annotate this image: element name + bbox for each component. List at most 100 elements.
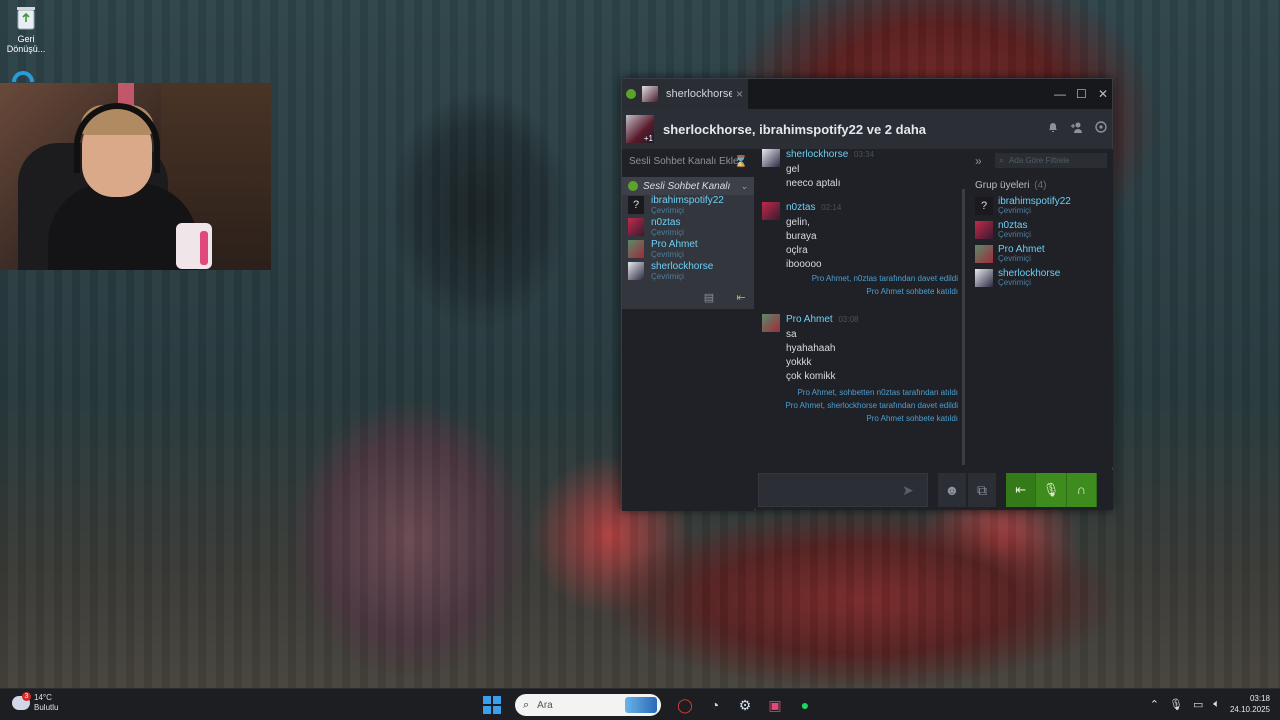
member-status: Çevrimiçi	[998, 230, 1031, 239]
member-item[interactable]: Pro Ahmet Çevrimiçi	[967, 245, 1113, 263]
microphone-button[interactable]: 🎙︎	[1036, 473, 1067, 507]
recycle-bin-label: Geri Dönüşü...	[6, 34, 46, 54]
weather-temp: 14°C	[34, 693, 52, 702]
message-line: neeco aptalı	[786, 178, 841, 189]
steam-chat-window: sherlockhorse × — ☐ ✕ +1 sherlockhorse, …	[621, 78, 1113, 511]
voice-member[interactable]: n0ztas Çevrimiçi	[622, 218, 754, 239]
settings-icon[interactable]	[1094, 121, 1108, 135]
app-shortcut-icon[interactable]	[12, 70, 34, 84]
members-group-label: Grup üyeleri	[975, 180, 1030, 191]
member-avatar	[975, 221, 993, 239]
system-message: Pro Ahmet sohbete katıldı	[866, 414, 958, 423]
voice-add-icon: ⌛	[734, 155, 748, 168]
voice-channel-icon	[628, 181, 638, 191]
chevron-down-icon[interactable]: ⌄	[740, 181, 748, 192]
opera-gx-icon[interactable]: ◯	[673, 693, 697, 717]
search-highlight-image	[625, 697, 657, 713]
close-button[interactable]: ✕	[1098, 87, 1108, 101]
chat-header: +1 sherlockhorse, ibrahimspotify22 ve 2 …	[622, 109, 1112, 149]
member-status: Çevrimiçi	[998, 278, 1031, 287]
member-avatar	[975, 245, 993, 263]
member-avatar	[628, 218, 644, 236]
add-voice-channel-button[interactable]: Sesli Sohbet Kanalı Ekle ⌛	[622, 149, 754, 173]
microphone-icon[interactable]: 🎙︎	[1169, 698, 1183, 711]
attach-button[interactable]: ⧉	[968, 473, 996, 507]
members-count: (4)	[1034, 180, 1047, 191]
send-icon[interactable]: ➤	[902, 482, 914, 499]
headphones-button[interactable]: ∩	[1067, 473, 1097, 507]
member-avatar: ?	[975, 197, 993, 215]
system-message: Pro Ahmet, n0ztas tarafından davet edild…	[811, 274, 958, 283]
voice-member-status: Çevrimiçi	[651, 206, 684, 215]
message-input-bar: ➤ ☻ ⧉ ⇤ 🎙︎ ∩	[756, 470, 1113, 510]
system-message: Pro Ahmet, sherlockhorse tarafından dave…	[785, 401, 958, 410]
member-filter-input[interactable]: Ada Göre Filtrele	[995, 153, 1107, 168]
voice-member-status: Çevrimiçi	[651, 250, 684, 259]
recycle-bin-icon	[17, 7, 35, 30]
title-bar[interactable]: sherlockhorse × — ☐ ✕	[622, 79, 1112, 109]
voice-member[interactable]: sherlockhorse Çevrimiçi	[622, 262, 754, 283]
member-status: Çevrimiçi	[998, 206, 1031, 215]
volume-icon[interactable]: 🔈︎	[1213, 698, 1220, 711]
chat-tab[interactable]: sherlockhorse ×	[622, 79, 748, 109]
tab-close-icon[interactable]: ×	[736, 87, 743, 101]
member-item[interactable]: n0ztas Çevrimiçi	[967, 221, 1113, 239]
leave-voice-icon[interactable]: ⇤	[734, 291, 748, 305]
weather-badge: 3	[22, 692, 31, 701]
member-item[interactable]: sherlockhorse Çevrimiçi	[967, 269, 1113, 287]
voice-member-name: sherlockhorse	[651, 261, 714, 272]
weather-widget[interactable]: 3 14°C Bulutlu	[12, 692, 58, 713]
message-group: sherlockhorse 03:34 gel neeco aptalı	[756, 149, 962, 191]
message-line: sa	[786, 329, 797, 340]
voice-member[interactable]: Pro Ahmet Çevrimiçi	[622, 240, 754, 261]
clock[interactable]: 03:18 24.10.2025	[1230, 693, 1270, 715]
member-name: ibrahimspotify22	[998, 196, 1071, 207]
member-avatar: ?	[628, 196, 644, 214]
webcam-overlay	[0, 83, 271, 270]
taskbar-search[interactable]: ⌕ Ara	[515, 694, 661, 716]
message-time: 03:08	[838, 315, 859, 324]
message-line: buraya	[786, 231, 817, 242]
member-name: n0ztas	[998, 220, 1028, 231]
message-avatar	[762, 314, 780, 332]
message-group: n0ztas 02:14 gelin, buraya oçlra ibooooo	[756, 202, 962, 272]
message-line: çok komikk	[786, 371, 836, 382]
system-tray: ⌃ 🎙︎ ▭ 🔈︎ 03:18 24.10.2025	[1150, 693, 1270, 715]
chevron-up-icon[interactable]: ⌃	[1150, 698, 1159, 711]
message-line: ibooooo	[786, 259, 822, 270]
voice-channel: Sesli Sohbet Kanalı ⌄ ? ibrahimspotify22…	[622, 177, 754, 309]
steam-icon[interactable]: ⚙	[733, 693, 757, 717]
leave-voice-button[interactable]: ⇤	[1006, 473, 1037, 507]
spotify-icon[interactable]: ●	[793, 693, 817, 717]
windows-start-icon[interactable]	[483, 696, 501, 714]
add-friend-icon[interactable]	[1070, 121, 1084, 135]
notification-bell-icon[interactable]	[1046, 121, 1060, 135]
members-group-title: Grup üyeleri (4)	[967, 180, 1113, 191]
message-author[interactable]: n0ztas	[786, 202, 815, 213]
display-icon[interactable]: ▭	[1193, 698, 1203, 711]
maximize-button[interactable]: ☐	[1076, 87, 1087, 101]
header-actions	[1046, 121, 1108, 135]
voice-active-icon	[626, 89, 636, 99]
emoticon-button[interactable]: ☻	[938, 473, 966, 507]
voice-channel-header[interactable]: Sesli Sohbet Kanalı ⌄	[622, 177, 754, 195]
message-list[interactable]: sherlockhorse 03:34 gel neeco aptalı n0z…	[756, 149, 962, 467]
window-controls: — ☐ ✕	[1054, 79, 1108, 109]
message-scrollbar[interactable]	[962, 189, 965, 465]
message-avatar	[762, 202, 780, 220]
recycle-bin-shortcut[interactable]: Geri Dönüşü...	[6, 4, 46, 54]
message-line: gel	[786, 164, 800, 175]
collapse-members-icon[interactable]: »	[975, 154, 982, 168]
taskbar-apps: ⌕ Ara ◯ ◔ ⚙ ▣ ●	[483, 693, 817, 717]
chat-title: sherlockhorse, ibrahimspotify22 ve 2 dah…	[663, 121, 926, 137]
member-name: Pro Ahmet	[998, 244, 1045, 255]
message-author[interactable]: Pro Ahmet	[786, 314, 833, 325]
voice-member[interactable]: ? ibrahimspotify22 Çevrimiçi	[622, 196, 754, 217]
voice-settings-icon[interactable]: ▤	[702, 291, 716, 305]
app-pink-icon[interactable]: ▣	[763, 693, 787, 717]
message-author[interactable]: sherlockhorse	[786, 149, 848, 160]
member-item[interactable]: ? ibrahimspotify22 Çevrimiçi	[967, 197, 1113, 215]
member-name: sherlockhorse	[998, 268, 1061, 279]
minimize-button[interactable]: —	[1054, 87, 1066, 101]
app-icon[interactable]: ◔	[703, 693, 727, 717]
